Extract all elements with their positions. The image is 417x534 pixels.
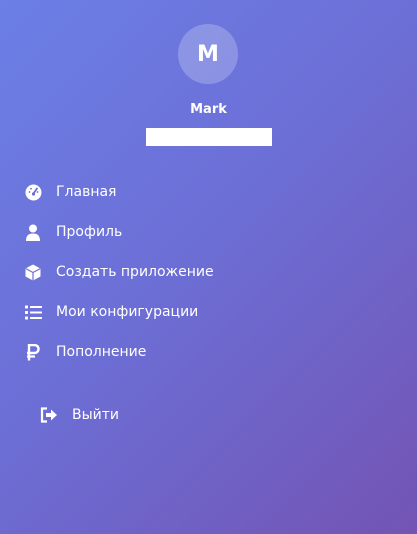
user-name: Mark — [190, 102, 227, 117]
sidebar-item-label: Мои конфигурации — [56, 304, 199, 320]
logout-icon — [40, 406, 58, 424]
user-icon — [24, 223, 42, 241]
sidebar-panel: M Mark Главная Профиль Создать приложени… — [0, 0, 417, 534]
ruble-icon — [24, 343, 42, 361]
cube-icon — [24, 263, 42, 281]
sidebar-menu: Главная Профиль Создать приложение Мои к… — [0, 172, 417, 372]
sidebar-item-label: Создать приложение — [56, 264, 214, 280]
sidebar-item-label: Профиль — [56, 224, 123, 240]
sidebar-item-top-up[interactable]: Пополнение — [0, 332, 417, 372]
sidebar-item-label: Пополнение — [56, 344, 147, 360]
sidebar-item-configurations[interactable]: Мои конфигурации — [0, 292, 417, 332]
sidebar-item-home[interactable]: Главная — [0, 172, 417, 212]
sidebar-item-label: Главная — [56, 184, 117, 200]
sidebar-item-create-app[interactable]: Создать приложение — [0, 252, 417, 292]
logout-label: Выйти — [72, 407, 120, 423]
logout-button[interactable]: Выйти — [40, 403, 160, 427]
sidebar-item-profile[interactable]: Профиль — [0, 212, 417, 252]
avatar[interactable]: M — [178, 24, 238, 84]
user-email-field — [146, 128, 272, 146]
list-icon — [24, 303, 42, 321]
dashboard-icon — [24, 183, 42, 201]
